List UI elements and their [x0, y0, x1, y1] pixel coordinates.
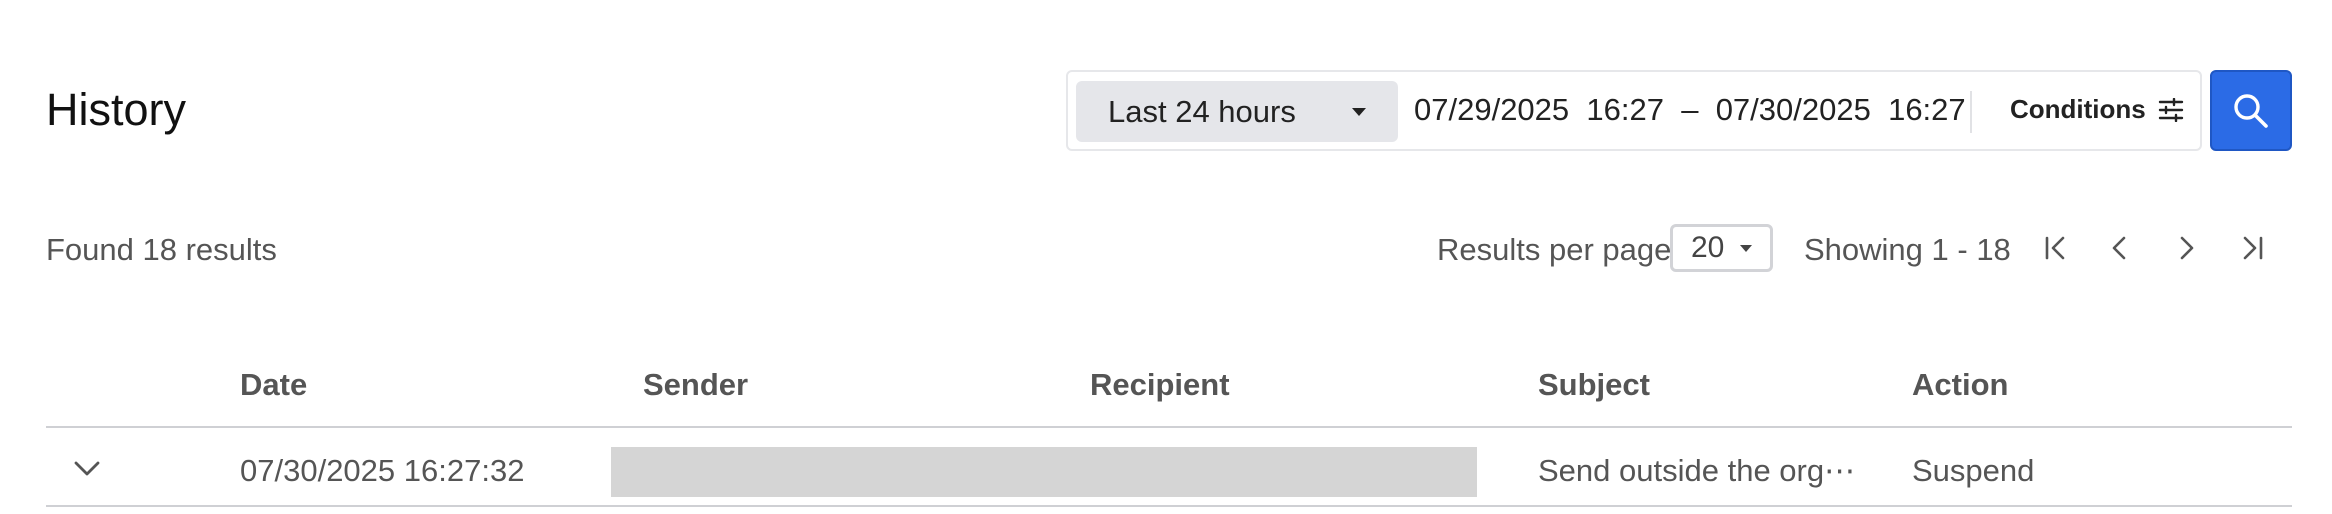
search-icon — [2234, 93, 2268, 128]
date-range[interactable]: 07/29/2025 16:27 – 07/30/2025 16:27 — [1414, 92, 1966, 128]
last-page-icon — [2243, 236, 2263, 260]
filter-divider — [1970, 91, 1972, 133]
prev-page-button[interactable] — [2100, 228, 2140, 268]
start-date: 07/29/2025 — [1414, 92, 1570, 127]
redacted-sender-recipient — [611, 447, 1477, 497]
column-header-date[interactable]: Date — [240, 367, 307, 403]
column-header-subject[interactable]: Subject — [1538, 367, 1650, 403]
next-page-button[interactable] — [2166, 228, 2206, 268]
next-page-icon — [2180, 236, 2194, 260]
conditions-label: Conditions — [2010, 94, 2146, 124]
range-dash: – — [1681, 92, 1699, 127]
last-page-button[interactable] — [2232, 228, 2272, 268]
end-time: 16:27 — [1888, 92, 1966, 127]
row-expand-button[interactable] — [70, 452, 104, 486]
first-page-button[interactable] — [2036, 228, 2076, 268]
chevron-down-icon — [74, 461, 100, 476]
column-header-recipient[interactable]: Recipient — [1090, 367, 1230, 403]
row-action: Suspend — [1912, 453, 2035, 488]
caret-down-icon — [1352, 107, 1366, 116]
conditions-sliders-icon — [2158, 97, 2183, 122]
table-header-divider — [46, 426, 2292, 428]
table-row-divider — [46, 505, 2292, 507]
results-per-page-select[interactable]: 20 — [1670, 224, 1773, 272]
end-date: 07/30/2025 — [1715, 92, 1871, 127]
first-page-icon — [2045, 236, 2065, 260]
showing-range: Showing 1 - 18 — [1804, 232, 2011, 267]
column-header-action[interactable]: Action — [1912, 367, 2008, 403]
row-subject: Send outside the org⋯ — [1538, 453, 1856, 488]
start-time: 16:27 — [1586, 92, 1664, 127]
time-range-select[interactable]: Last 24 hours — [1076, 81, 1398, 142]
search-button[interactable] — [2210, 70, 2292, 151]
column-header-sender[interactable]: Sender — [643, 367, 748, 403]
results-count: Found 18 results — [46, 232, 277, 267]
row-date: 07/30/2025 16:27:32 — [240, 453, 525, 488]
page-title: History — [46, 84, 187, 135]
prev-page-icon — [2112, 236, 2126, 260]
caret-down-icon — [1740, 244, 1753, 252]
results-per-page-label: Results per page — [1437, 232, 1672, 267]
results-per-page-value: 20 — [1691, 231, 1725, 264]
conditions-button[interactable]: Conditions — [2010, 94, 2184, 125]
time-range-label: Last 24 hours — [1108, 93, 1296, 129]
